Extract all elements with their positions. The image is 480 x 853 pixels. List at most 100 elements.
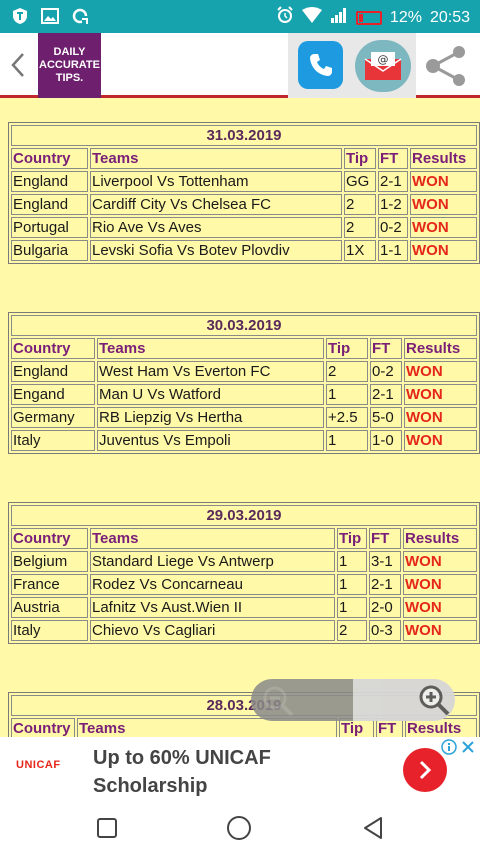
logo-line-2: ACCURATE — [39, 59, 100, 71]
back-triangle-icon[interactable] — [360, 815, 386, 841]
cell-ft: 2-1 — [378, 171, 408, 192]
cell-tip: 2 — [344, 217, 376, 238]
back-chevron-icon[interactable] — [8, 49, 28, 81]
cell-result: WON — [410, 240, 477, 261]
cell-ft: 2-1 — [369, 574, 401, 595]
cell-result: WON — [403, 574, 477, 595]
cell-ft: 1-1 — [378, 240, 408, 261]
cell-tip: 1 — [337, 551, 367, 572]
cell-teams: Standard Liege Vs Antwerp — [90, 551, 335, 572]
cell-teams: Rodez Vs Concarneau — [90, 574, 335, 595]
cell-ft: 1-2 — [378, 194, 408, 215]
clock: 20:53 — [429, 8, 470, 26]
cell-teams: Man U Vs Watford — [97, 384, 324, 405]
cell-teams: Cardiff City Vs Chelsea FC — [90, 194, 342, 215]
cell-ft: 0-2 — [378, 217, 408, 238]
cell-tip: GG — [344, 171, 376, 192]
cell-result: WON — [403, 597, 477, 618]
ad-headline-line-2: Scholarship — [93, 775, 208, 797]
col-results: Results — [403, 528, 477, 549]
table-date: 30.03.2019 — [11, 315, 477, 336]
zoom-out-button[interactable] — [251, 679, 353, 721]
table-row: France Rodez Vs Concarneau 1 2-1 WON — [11, 574, 477, 595]
ad-info-icon[interactable] — [441, 739, 457, 755]
ad-close-icon[interactable] — [460, 739, 476, 755]
shield-app-icon — [10, 7, 30, 25]
svg-text:@: @ — [378, 53, 389, 66]
zoom-in-button[interactable] — [353, 679, 455, 721]
system-nav-bar — [0, 803, 480, 853]
ad-open-button[interactable] — [403, 748, 447, 792]
status-bar: 12% 20:53 — [0, 0, 480, 33]
day-table-29-03: 29.03.2019 Country Teams Tip FT Results … — [8, 502, 480, 644]
phone-call-button[interactable] — [298, 41, 343, 89]
cell-result: WON — [403, 620, 477, 641]
share-icon[interactable] — [424, 43, 470, 89]
day-table-30-03: 30.03.2019 Country Teams Tip FT Results … — [8, 312, 480, 454]
col-tip: Tip — [344, 148, 376, 169]
cell-country: England — [11, 194, 88, 215]
table-row: England Liverpool Vs Tottenham GG 2-1 WO… — [11, 171, 477, 192]
cell-result: WON — [404, 407, 477, 428]
cell-tip: 1 — [337, 574, 367, 595]
tips-content[interactable]: 31.03.2019 Country Teams Tip FT Results … — [0, 101, 480, 737]
table-row: Germany RB Liepzig Vs Hertha +2.5 5-0 WO… — [11, 407, 477, 428]
signal-icon — [330, 7, 348, 28]
alarm-icon — [276, 6, 294, 29]
cell-country: Italy — [11, 430, 95, 451]
cell-result: WON — [404, 361, 477, 382]
day-table-31-03: 31.03.2019 Country Teams Tip FT Results … — [8, 122, 480, 264]
cell-teams: Juventus Vs Empoli — [97, 430, 324, 451]
col-ft: FT — [370, 338, 402, 359]
cell-country: Bulgaria — [11, 240, 88, 261]
wifi-icon — [301, 7, 322, 28]
cell-tip: 1 — [337, 597, 367, 618]
cell-ft: 2-0 — [369, 597, 401, 618]
battery-icon — [355, 10, 382, 25]
cell-ft: 3-1 — [369, 551, 401, 572]
cell-country: Engand — [11, 384, 95, 405]
cell-result: WON — [404, 430, 477, 451]
table-row: Portugal Rio Ave Vs Aves 2 0-2 WON — [11, 217, 477, 238]
cell-result: WON — [403, 551, 477, 572]
cell-tip: +2.5 — [326, 407, 368, 428]
cell-country: Belgium — [11, 551, 88, 572]
cell-teams: West Ham Vs Everton FC — [97, 361, 324, 382]
col-teams: Teams — [90, 528, 335, 549]
cell-result: WON — [410, 217, 477, 238]
col-ft: FT — [378, 148, 408, 169]
cell-ft: 1-0 — [370, 430, 402, 451]
app-logo: DAILY ACCURATE TIPS. — [38, 33, 101, 98]
cell-country: Austria — [11, 597, 88, 618]
cell-country: England — [11, 361, 95, 382]
ad-headline-line-1: Up to 60% UNICAF — [93, 747, 271, 769]
cell-ft: 2-1 — [370, 384, 402, 405]
col-country: Country — [11, 528, 88, 549]
col-ft: FT — [369, 528, 401, 549]
cell-tip: 2 — [326, 361, 368, 382]
table-date: 31.03.2019 — [11, 125, 477, 146]
table-row: Bulgaria Levski Sofia Vs Botev Plovdiv 1… — [11, 240, 477, 261]
ad-brand-logo: UNICAF — [16, 759, 61, 771]
col-tip: Tip — [337, 528, 367, 549]
cell-country: England — [11, 171, 88, 192]
ad-headline: Up to 60% UNICAF Scholarship — [93, 744, 271, 800]
col-teams: Teams — [97, 338, 324, 359]
cell-result: WON — [410, 171, 477, 192]
cell-tip: 1 — [326, 430, 368, 451]
cell-teams: RB Liepzig Vs Hertha — [97, 407, 324, 428]
cell-tip: 2 — [344, 194, 376, 215]
col-results: Results — [410, 148, 477, 169]
col-country: Country — [11, 338, 95, 359]
email-button[interactable]: @ — [355, 40, 411, 92]
cell-teams: Lafnitz Vs Aust.Wien II — [90, 597, 335, 618]
table-row: Belgium Standard Liege Vs Antwerp 1 3-1 … — [11, 551, 477, 572]
col-country: Country — [11, 718, 75, 737]
cell-country: France — [11, 574, 88, 595]
cell-tip: 1 — [326, 384, 368, 405]
cell-country: Portugal — [11, 217, 88, 238]
recents-square-icon[interactable] — [94, 815, 120, 841]
home-circle-icon[interactable] — [226, 815, 252, 841]
cell-result: WON — [410, 194, 477, 215]
cell-ft: 5-0 — [370, 407, 402, 428]
